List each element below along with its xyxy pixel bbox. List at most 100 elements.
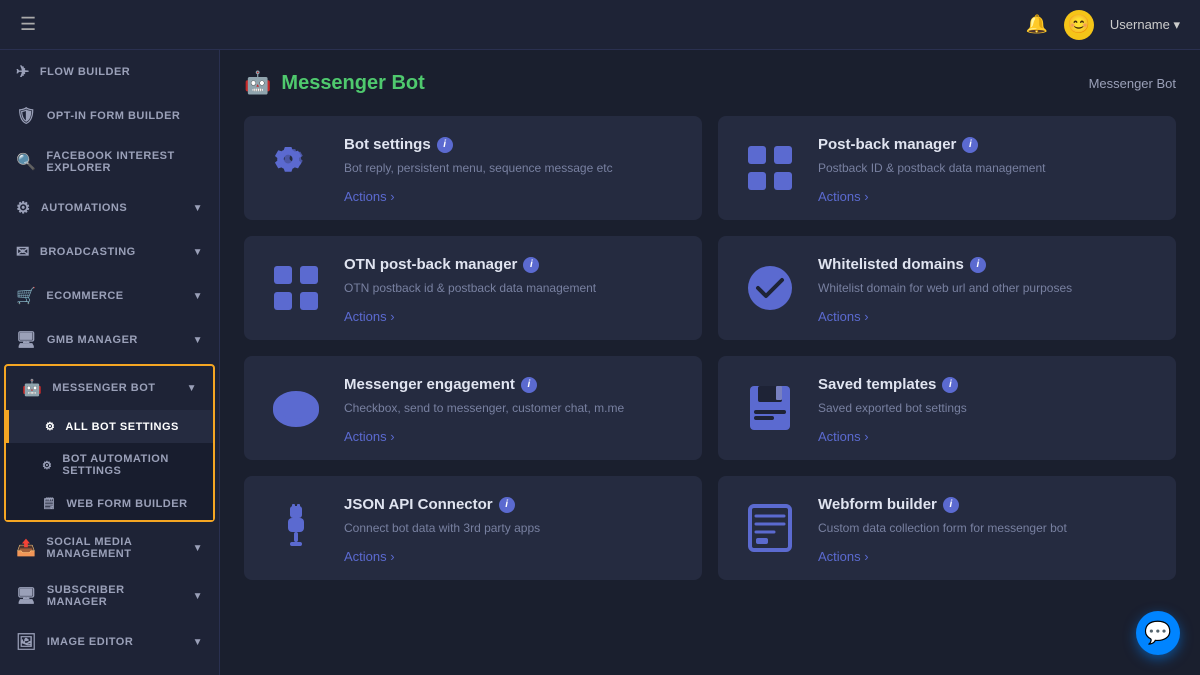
sidebar-item-label: ECOMMERCE bbox=[46, 290, 123, 302]
topbar: ☰ 🔔 😊 Username ▾ bbox=[0, 0, 1200, 50]
postback-card-icon bbox=[738, 136, 802, 200]
chevron-down-icon: ▼ bbox=[187, 383, 197, 394]
messenger-bot-header-icon: 🤖 bbox=[244, 70, 271, 96]
info-icon[interactable]: i bbox=[970, 257, 986, 273]
user-avatar[interactable]: 😊 bbox=[1064, 10, 1094, 40]
json-api-title: JSON API Connector i bbox=[344, 496, 682, 513]
bell-icon[interactable]: 🔔 bbox=[1025, 14, 1047, 35]
info-icon[interactable]: i bbox=[942, 377, 958, 393]
chevron-down-icon: ▼ bbox=[193, 637, 203, 648]
hamburger-icon[interactable]: ☰ bbox=[20, 14, 36, 35]
optin-icon: 🛡 bbox=[16, 106, 37, 126]
engagement-card-body: Messenger engagement i Checkbox, send to… bbox=[344, 376, 682, 444]
engagement-desc: Checkbox, send to messenger, customer ch… bbox=[344, 399, 682, 417]
info-icon[interactable]: i bbox=[437, 137, 453, 153]
chevron-down-icon: ▼ bbox=[193, 247, 203, 258]
broadcasting-icon: ✉ bbox=[16, 242, 30, 262]
sidebar-item-fb-interest[interactable]: 🔍 FACEBOOK INTEREST EXPLORER bbox=[0, 138, 219, 186]
webform-card-body: Webform builder i Custom data collection… bbox=[818, 496, 1156, 564]
sidebar-item-image-editor[interactable]: 🖼 IMAGE EDITOR ▼ bbox=[0, 620, 219, 664]
bot-settings-desc: Bot reply, persistent menu, sequence mes… bbox=[344, 159, 682, 177]
json-api-card-icon bbox=[264, 496, 328, 560]
sidebar-item-label: OPT-IN FORM BUILDER bbox=[47, 110, 181, 122]
sidebar-item-label: MESSENGER BOT bbox=[52, 382, 155, 394]
card-otn-postback: OTN post-back manager i OTN postback id … bbox=[244, 236, 702, 340]
sidebar-item-label: SOCIAL MEDIA MANAGEMENT bbox=[46, 536, 182, 560]
info-icon[interactable]: i bbox=[499, 497, 515, 513]
chat-bubble[interactable]: 💬 bbox=[1136, 611, 1180, 655]
image-editor-icon: 🖼 bbox=[16, 632, 37, 652]
saved-templates-title: Saved templates i bbox=[818, 376, 1156, 393]
saved-templates-desc: Saved exported bot settings bbox=[818, 399, 1156, 417]
user-name[interactable]: Username ▾ bbox=[1110, 17, 1180, 33]
chevron-down-icon: ▼ bbox=[193, 203, 203, 214]
sidebar-item-social-media[interactable]: 📤 SOCIAL MEDIA MANAGEMENT ▼ bbox=[0, 524, 219, 572]
sidebar-item-label: FACEBOOK INTEREST EXPLORER bbox=[46, 150, 203, 174]
sidebar-item-automations[interactable]: ⚙ AUTOMATIONS ▼ bbox=[0, 186, 219, 230]
web-form-icon: 🗒 bbox=[42, 497, 56, 510]
sidebar-item-all-bot-settings[interactable]: ⚙ ALL BOT SETTINGS bbox=[6, 410, 213, 443]
submenu-label: WEB FORM BUILDER bbox=[66, 498, 187, 510]
flow-builder-icon: ✈ bbox=[16, 62, 30, 82]
card-whitelisted: Whitelisted domains i Whitelist domain f… bbox=[718, 236, 1176, 340]
postback-desc: Postback ID & postback data management bbox=[818, 159, 1156, 177]
cards-grid: Bot settings i Bot reply, persistent men… bbox=[244, 116, 1176, 580]
card-bot-settings: Bot settings i Bot reply, persistent men… bbox=[244, 116, 702, 220]
info-icon[interactable]: i bbox=[962, 137, 978, 153]
webform-actions[interactable]: Actions › bbox=[818, 549, 1156, 564]
otn-actions[interactable]: Actions › bbox=[344, 309, 682, 324]
content-header: 🤖 Messenger Bot Messenger Bot bbox=[244, 70, 1176, 96]
info-icon[interactable]: i bbox=[943, 497, 959, 513]
chevron-down-icon: ▼ bbox=[193, 543, 203, 554]
postback-title: Post-back manager i bbox=[818, 136, 1156, 153]
card-json-api: JSON API Connector i Connect bot data wi… bbox=[244, 476, 702, 580]
sidebar-item-bot-automation[interactable]: ⚙ BOT AUTOMATION SETTINGS bbox=[6, 443, 213, 487]
otn-card-body: OTN post-back manager i OTN postback id … bbox=[344, 256, 682, 324]
bot-settings-icon: ⚙ bbox=[45, 420, 55, 433]
sidebar-item-label: FLOW BUILDER bbox=[40, 66, 130, 78]
otn-desc: OTN postback id & postback data manageme… bbox=[344, 279, 682, 297]
webform-card-icon bbox=[738, 496, 802, 560]
submenu-label: BOT AUTOMATION SETTINGS bbox=[62, 453, 197, 477]
messenger-bot-group: 🤖 MESSENGER BOT ▼ ⚙ ALL BOT SETTINGS ⚙ B… bbox=[4, 364, 215, 522]
saved-templates-actions[interactable]: Actions › bbox=[818, 429, 1156, 444]
sidebar-item-label: BROADCASTING bbox=[40, 246, 136, 258]
bot-settings-actions[interactable]: Actions › bbox=[344, 189, 682, 204]
sidebar-item-label: AUTOMATIONS bbox=[41, 202, 127, 214]
subscriber-icon: 🖥 bbox=[16, 586, 37, 606]
sidebar-item-flow-builder[interactable]: ✈ FLOW BUILDER bbox=[0, 50, 219, 94]
sidebar-item-web-form[interactable]: 🗒 WEB FORM BUILDER bbox=[6, 487, 213, 520]
saved-templates-card-icon bbox=[738, 376, 802, 440]
json-api-card-body: JSON API Connector i Connect bot data wi… bbox=[344, 496, 682, 564]
sidebar-item-label: GMB MANAGER bbox=[47, 334, 138, 346]
chevron-down-icon: ▼ bbox=[193, 335, 203, 346]
whitelist-actions[interactable]: Actions › bbox=[818, 309, 1156, 324]
messenger-icon: 💬 bbox=[1144, 620, 1171, 646]
sidebar-item-search-tools[interactable]: 🔍 SEARCH TOOLS ▼ bbox=[0, 664, 219, 675]
sidebar-item-messenger-bot[interactable]: 🤖 MESSENGER BOT ▼ bbox=[6, 366, 213, 410]
card-engagement: Messenger engagement i Checkbox, send to… bbox=[244, 356, 702, 460]
engagement-actions[interactable]: Actions › bbox=[344, 429, 682, 444]
main-layout: ✈ FLOW BUILDER 🛡 OPT-IN FORM BUILDER 🔍 F… bbox=[0, 50, 1200, 675]
sidebar: ✈ FLOW BUILDER 🛡 OPT-IN FORM BUILDER 🔍 F… bbox=[0, 50, 220, 675]
info-icon[interactable]: i bbox=[521, 377, 537, 393]
whitelist-card-icon bbox=[738, 256, 802, 320]
whitelist-title: Whitelisted domains i bbox=[818, 256, 1156, 273]
main-content: 🤖 Messenger Bot Messenger Bot bbox=[220, 50, 1200, 675]
sidebar-item-ecommerce[interactable]: 🛒 ECOMMERCE ▼ bbox=[0, 274, 219, 318]
gmb-icon: 🖥 bbox=[16, 330, 37, 350]
page-title-text: Messenger Bot bbox=[281, 72, 424, 95]
sidebar-item-optin[interactable]: 🛡 OPT-IN FORM BUILDER bbox=[0, 94, 219, 138]
webform-title: Webform builder i bbox=[818, 496, 1156, 513]
json-api-actions[interactable]: Actions › bbox=[344, 549, 682, 564]
card-webform: Webform builder i Custom data collection… bbox=[718, 476, 1176, 580]
messenger-bot-submenu: ⚙ ALL BOT SETTINGS ⚙ BOT AUTOMATION SETT… bbox=[6, 410, 213, 520]
info-icon[interactable]: i bbox=[523, 257, 539, 273]
social-media-icon: 📤 bbox=[16, 538, 36, 558]
postback-actions[interactable]: Actions › bbox=[818, 189, 1156, 204]
sidebar-item-subscriber[interactable]: 🖥 SUBSCRIBER MANAGER ▼ bbox=[0, 572, 219, 620]
sidebar-item-broadcasting[interactable]: ✉ BROADCASTING ▼ bbox=[0, 230, 219, 274]
sidebar-item-label: SUBSCRIBER MANAGER bbox=[47, 584, 183, 608]
sidebar-item-label: IMAGE EDITOR bbox=[47, 636, 133, 648]
sidebar-item-gmb[interactable]: 🖥 GMB MANAGER ▼ bbox=[0, 318, 219, 362]
